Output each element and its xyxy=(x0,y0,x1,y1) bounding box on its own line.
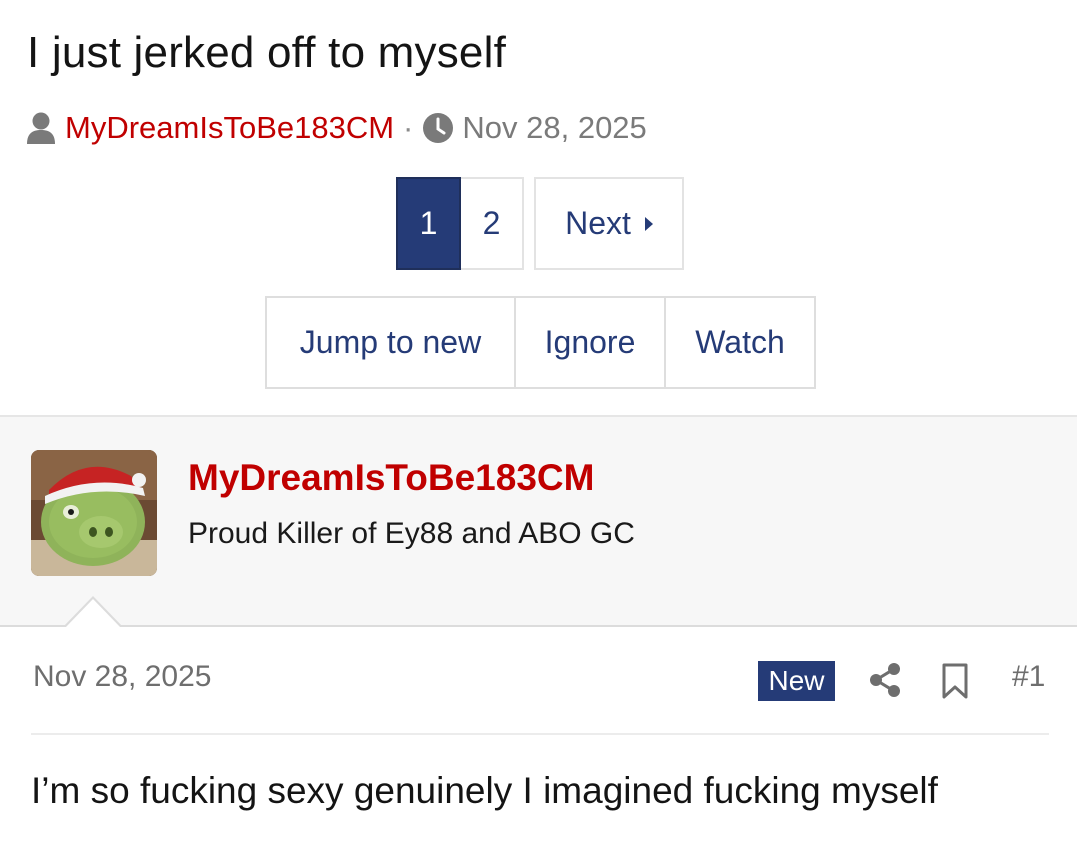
thread-meta: MyDreamIsToBe183CM · Nov 28, 2025 xyxy=(25,108,647,148)
new-badge: New xyxy=(758,661,835,701)
post-number-link[interactable]: #1 xyxy=(1012,660,1045,694)
post-pointer-arrow-fill xyxy=(65,599,121,628)
ignore-button[interactable]: Ignore xyxy=(516,296,666,389)
bookmark-icon[interactable] xyxy=(940,662,970,700)
next-page-button[interactable]: Next xyxy=(534,177,684,270)
user-icon xyxy=(25,111,57,145)
watch-button[interactable]: Watch xyxy=(666,296,816,389)
page-1-button[interactable]: 1 xyxy=(396,177,461,270)
caret-right-icon xyxy=(644,216,653,231)
thread-actions: Jump to new Ignore Watch xyxy=(265,296,816,389)
post-user-block: MyDreamIsToBe183CM Proud Killer of Ey88 … xyxy=(0,415,1077,627)
jump-to-new-button[interactable]: Jump to new xyxy=(265,296,516,389)
next-label: Next xyxy=(565,205,631,241)
post-header-divider xyxy=(31,733,1049,735)
pagination: 1 2 Next xyxy=(396,177,684,270)
user-title: Proud Killer of Ey88 and ABO GC xyxy=(188,517,635,550)
avatar[interactable] xyxy=(31,450,157,576)
thread-author-link[interactable]: MyDreamIsToBe183CM xyxy=(65,110,394,146)
post-username-link[interactable]: MyDreamIsToBe183CM xyxy=(188,457,594,499)
page-2-button[interactable]: 2 xyxy=(461,177,524,270)
thread-date-link[interactable]: Nov 28, 2025 xyxy=(462,110,646,146)
post-body: I’m so fucking sexy genuinely I imagined… xyxy=(31,770,938,811)
post-date-link[interactable]: Nov 28, 2025 xyxy=(33,660,211,694)
share-icon[interactable] xyxy=(868,662,902,698)
thread-title: I just jerked off to myself xyxy=(27,28,507,77)
meta-separator: · xyxy=(403,110,414,145)
clock-icon xyxy=(422,112,454,144)
